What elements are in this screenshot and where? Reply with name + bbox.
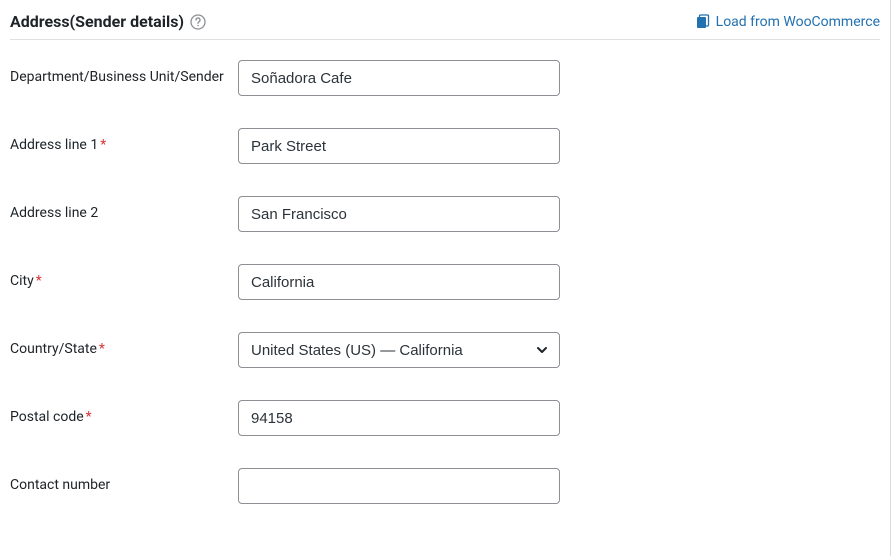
help-icon[interactable]: [190, 14, 206, 30]
city-label: City*: [10, 264, 238, 292]
postal-input[interactable]: [238, 400, 560, 436]
contact-input[interactable]: [238, 468, 560, 504]
label-text: Postal code: [10, 409, 84, 425]
country-state-row: Country/State* United States (US) — Cali…: [10, 332, 880, 368]
postal-label: Postal code*: [10, 400, 238, 428]
country-state-select[interactable]: United States (US) — California: [238, 332, 560, 368]
address1-row: Address line 1*: [10, 128, 880, 164]
label-text: Department/Business Unit/Sender: [10, 69, 224, 85]
required-marker: *: [99, 341, 105, 357]
load-from-woocommerce-link[interactable]: Load from WooCommerce: [694, 14, 880, 30]
city-row: City*: [10, 264, 880, 300]
country-state-label: Country/State*: [10, 332, 238, 360]
address1-input[interactable]: [238, 128, 560, 164]
contact-label: Contact number: [10, 468, 238, 496]
label-text: Address line 1: [10, 137, 98, 153]
contact-row: Contact number: [10, 468, 880, 504]
address2-row: Address line 2: [10, 196, 880, 232]
label-text: Address line 2: [10, 205, 98, 221]
address1-label: Address line 1*: [10, 128, 238, 156]
label-text: City: [10, 273, 34, 289]
label-text: Contact number: [10, 477, 110, 493]
address2-label: Address line 2: [10, 196, 238, 224]
header-title-group: Address(Sender details): [10, 12, 206, 31]
department-input[interactable]: [238, 60, 560, 96]
postal-row: Postal code*: [10, 400, 880, 436]
department-row: Department/Business Unit/Sender: [10, 60, 880, 96]
required-marker: *: [36, 273, 42, 289]
copy-icon: [694, 14, 710, 30]
load-link-label: Load from WooCommerce: [716, 14, 880, 30]
city-input[interactable]: [238, 264, 560, 300]
address2-input[interactable]: [238, 196, 560, 232]
required-marker: *: [100, 137, 106, 153]
page-title: Address(Sender details): [10, 12, 184, 31]
label-text: Country/State: [10, 341, 97, 357]
department-label: Department/Business Unit/Sender: [10, 60, 238, 88]
address-sender-panel: Address(Sender details) Load from WooCom…: [0, 0, 891, 556]
panel-header: Address(Sender details) Load from WooCom…: [10, 12, 880, 40]
required-marker: *: [86, 409, 92, 425]
